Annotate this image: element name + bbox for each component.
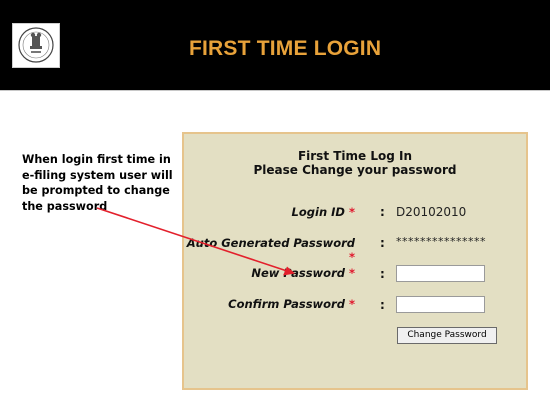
- field-separator: :: [380, 205, 385, 219]
- login-id-value: D20102010: [396, 205, 467, 219]
- confirm-password-input[interactable]: [396, 296, 485, 313]
- note-line: e-filing system user will: [22, 168, 173, 182]
- required-marker: *: [348, 250, 355, 264]
- note-line: be prompted to change: [22, 184, 170, 197]
- confirm-password-label: Confirm Password *: [228, 297, 355, 311]
- panel-heading: First Time Log In: [297, 149, 413, 163]
- new-password-label: New Password *: [251, 266, 355, 280]
- required-marker: *: [348, 266, 355, 280]
- required-marker: *: [348, 297, 355, 311]
- note-line: When login first time in: [22, 153, 171, 166]
- auto-password-value: ***************: [396, 235, 486, 248]
- first-time-login-panel: First Time Log In Please Change your pas…: [182, 132, 528, 390]
- auto-password-label: Auto Generated Password *: [186, 236, 355, 264]
- change-password-button[interactable]: Change Password: [397, 327, 497, 344]
- panel-subheading: Please Change your password: [253, 163, 457, 177]
- instruction-note: When login first time in e-filing system…: [22, 152, 182, 214]
- field-separator: :: [380, 267, 385, 281]
- header-divider: [0, 90, 550, 91]
- required-marker: *: [348, 205, 355, 219]
- header-bar: FIRST TIME LOGIN: [0, 0, 550, 90]
- court-emblem-logo: [12, 23, 60, 68]
- field-separator: :: [380, 236, 385, 250]
- login-id-label: Login ID *: [291, 205, 355, 219]
- field-separator: :: [380, 298, 385, 312]
- note-line: the password: [22, 199, 108, 213]
- new-password-input[interactable]: [396, 265, 485, 282]
- page-title: FIRST TIME LOGIN: [189, 37, 382, 60]
